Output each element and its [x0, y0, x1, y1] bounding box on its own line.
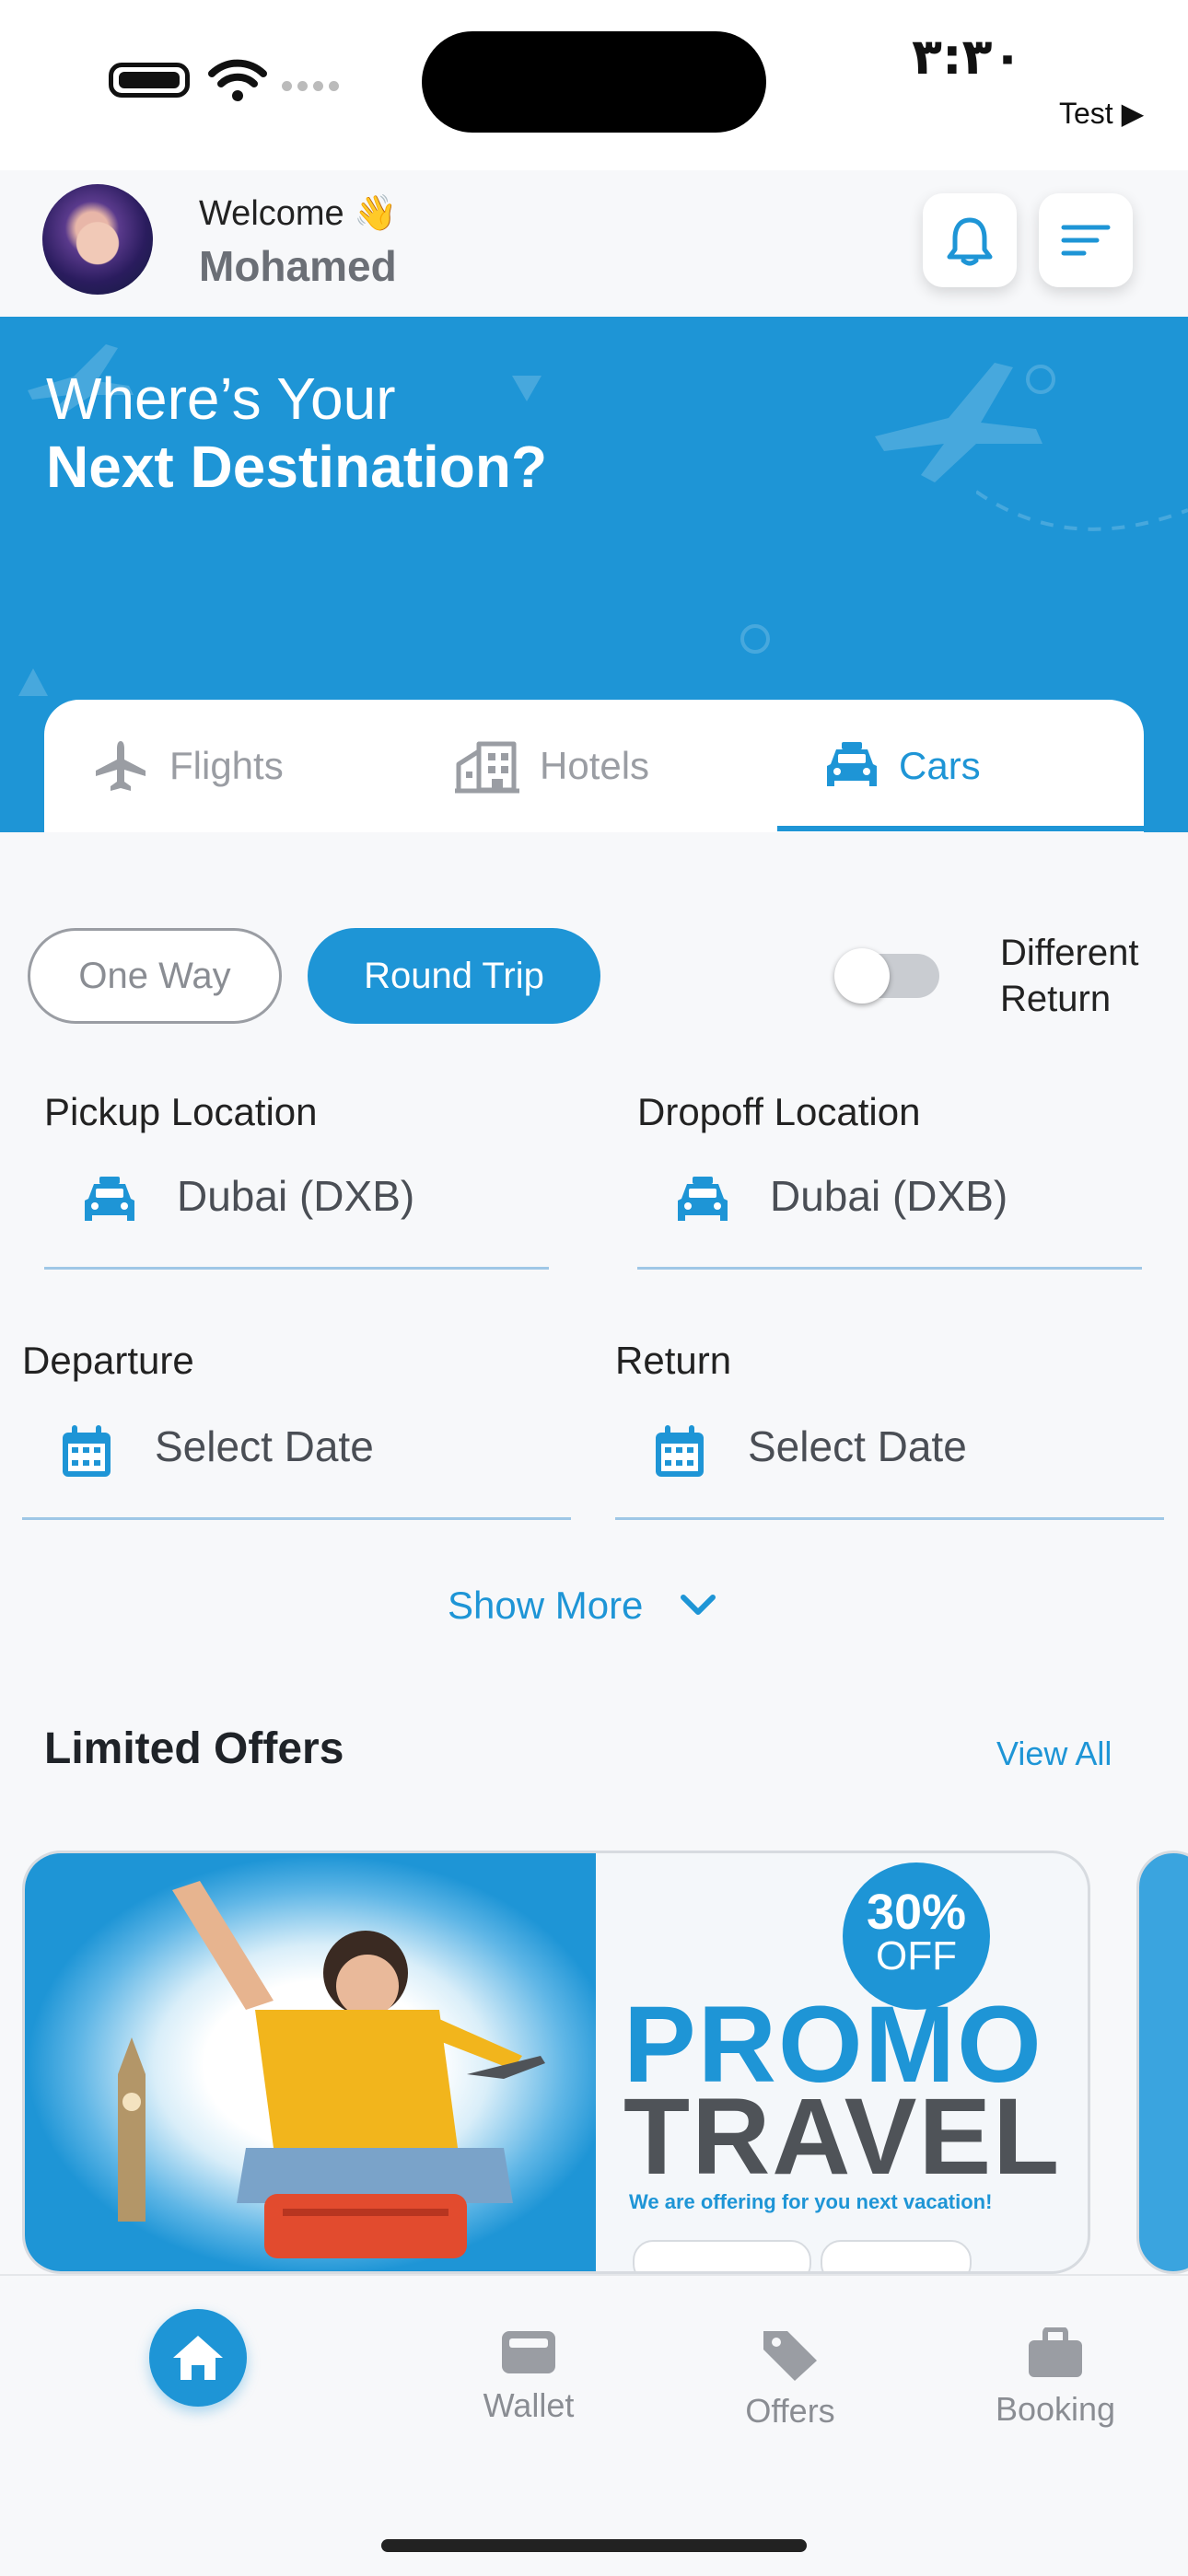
- dropoff-value: Dubai (DXB): [770, 1172, 1008, 1220]
- battery-icon: [109, 63, 190, 98]
- different-return-label: Different Return: [1000, 930, 1138, 1022]
- limited-offers-title: Limited Offers: [44, 1724, 344, 1773]
- toggle-knob[interactable]: [834, 948, 890, 1004]
- nav-wallet[interactable]: Wallet: [437, 2327, 621, 2425]
- triangle-decoration: [18, 668, 48, 696]
- active-tab-indicator: [777, 826, 1144, 831]
- different-return-line1: Different: [1000, 933, 1139, 973]
- tab-flights-label: Flights: [169, 744, 284, 787]
- dropoff-label: Dropoff Location: [637, 1090, 921, 1133]
- show-more-label: Show More: [448, 1584, 644, 1627]
- wallet-icon: [502, 2331, 555, 2373]
- return-value: Select Date: [748, 1422, 967, 1470]
- user-name: Mohamed: [199, 242, 397, 290]
- pickup-underline: [44, 1267, 549, 1270]
- pickup-field[interactable]: Dubai (DXB): [44, 1151, 549, 1271]
- next-offer-card[interactable]: [1136, 1851, 1188, 2274]
- dropoff-underline: [637, 1267, 1142, 1270]
- circle-decoration: [1026, 365, 1055, 394]
- promo-title-line2: TRAVEL: [623, 2076, 1062, 2198]
- nav-offers-label: Offers: [745, 2392, 835, 2430]
- departure-underline: [22, 1517, 571, 1520]
- nav-wallet-label: Wallet: [483, 2386, 575, 2424]
- return-label: Return: [615, 1339, 732, 1382]
- round-trip-button[interactable]: Round Trip: [308, 928, 600, 1024]
- wifi-icon: [208, 59, 267, 101]
- nav-booking-label: Booking: [995, 2390, 1116, 2428]
- return-underline: [615, 1517, 1164, 1520]
- different-return-line2: Return: [1000, 979, 1112, 1019]
- sort-menu-icon: [1061, 225, 1111, 256]
- welcome-text: Welcome 👋: [199, 194, 398, 233]
- promo-image: [25, 1853, 596, 2271]
- pickup-value: Dubai (DXB): [177, 1172, 415, 1220]
- departure-label: Departure: [22, 1339, 194, 1382]
- dashed-path-decoration: [976, 490, 1188, 531]
- calendar-icon: [656, 1425, 704, 1477]
- departure-date-field[interactable]: Select Date: [22, 1399, 571, 1521]
- discount-percent: 30%: [866, 1885, 967, 1940]
- menu-button[interactable]: [1039, 193, 1133, 287]
- signal-dots-icon: [282, 79, 346, 92]
- promo-offer-card[interactable]: 30% OFF PROMO TRAVEL We are offering for…: [22, 1851, 1090, 2274]
- triangle-decoration: [512, 376, 542, 401]
- promo-app-badge: [633, 2240, 811, 2271]
- nav-home-button[interactable]: [149, 2309, 247, 2407]
- promo-call-badge: [821, 2240, 972, 2271]
- avatar[interactable]: [42, 184, 153, 295]
- hero-title-line1: Where’s Your: [46, 366, 396, 432]
- big-ben-illustration: [118, 2037, 146, 2222]
- car-icon: [678, 1177, 728, 1221]
- circle-decoration: [740, 624, 770, 654]
- return-date-field[interactable]: Select Date: [615, 1399, 1164, 1521]
- tab-cars[interactable]: Cars: [825, 700, 981, 832]
- nav-booking[interactable]: Booking: [963, 2327, 1147, 2429]
- tab-cars-label: Cars: [899, 744, 981, 787]
- chevron-down-icon: [681, 1595, 716, 1615]
- hero-title-line2: Next Destination?: [46, 434, 548, 500]
- one-way-button[interactable]: One Way: [28, 928, 282, 1024]
- briefcase-icon: [1029, 2327, 1082, 2377]
- building-icon: [455, 741, 519, 794]
- notifications-button[interactable]: [923, 193, 1017, 287]
- booking-tabs: Flights Hotels Cars: [44, 700, 1144, 832]
- calendar-icon: [63, 1425, 111, 1477]
- departure-value: Select Date: [155, 1422, 374, 1470]
- nav-offers[interactable]: Offers: [698, 2327, 882, 2431]
- plane-icon: [96, 741, 146, 791]
- status-time: ٣:٣٠: [912, 28, 1023, 86]
- tab-flights[interactable]: Flights: [92, 700, 284, 832]
- dynamic-island: [422, 31, 766, 133]
- view-all-link[interactable]: View All: [996, 1735, 1112, 1773]
- status-carrier: Test ▶: [1059, 97, 1145, 130]
- dropoff-field[interactable]: Dubai (DXB): [637, 1151, 1142, 1271]
- tab-hotels-label: Hotels: [540, 744, 650, 787]
- pickup-label: Pickup Location: [44, 1090, 318, 1133]
- bell-icon: [947, 217, 993, 266]
- car-icon: [85, 1177, 134, 1221]
- home-indicator: [381, 2539, 807, 2552]
- tab-hotels[interactable]: Hotels: [455, 700, 649, 832]
- home-icon: [173, 2336, 223, 2380]
- discount-off: OFF: [876, 1933, 957, 1978]
- car-icon: [827, 742, 877, 786]
- traveler-illustration: [172, 1881, 545, 2258]
- tag-icon: [763, 2331, 817, 2381]
- promo-subtitle: We are offering for you next vacation!: [629, 2190, 993, 2213]
- show-more-button[interactable]: Show More: [448, 1584, 716, 1628]
